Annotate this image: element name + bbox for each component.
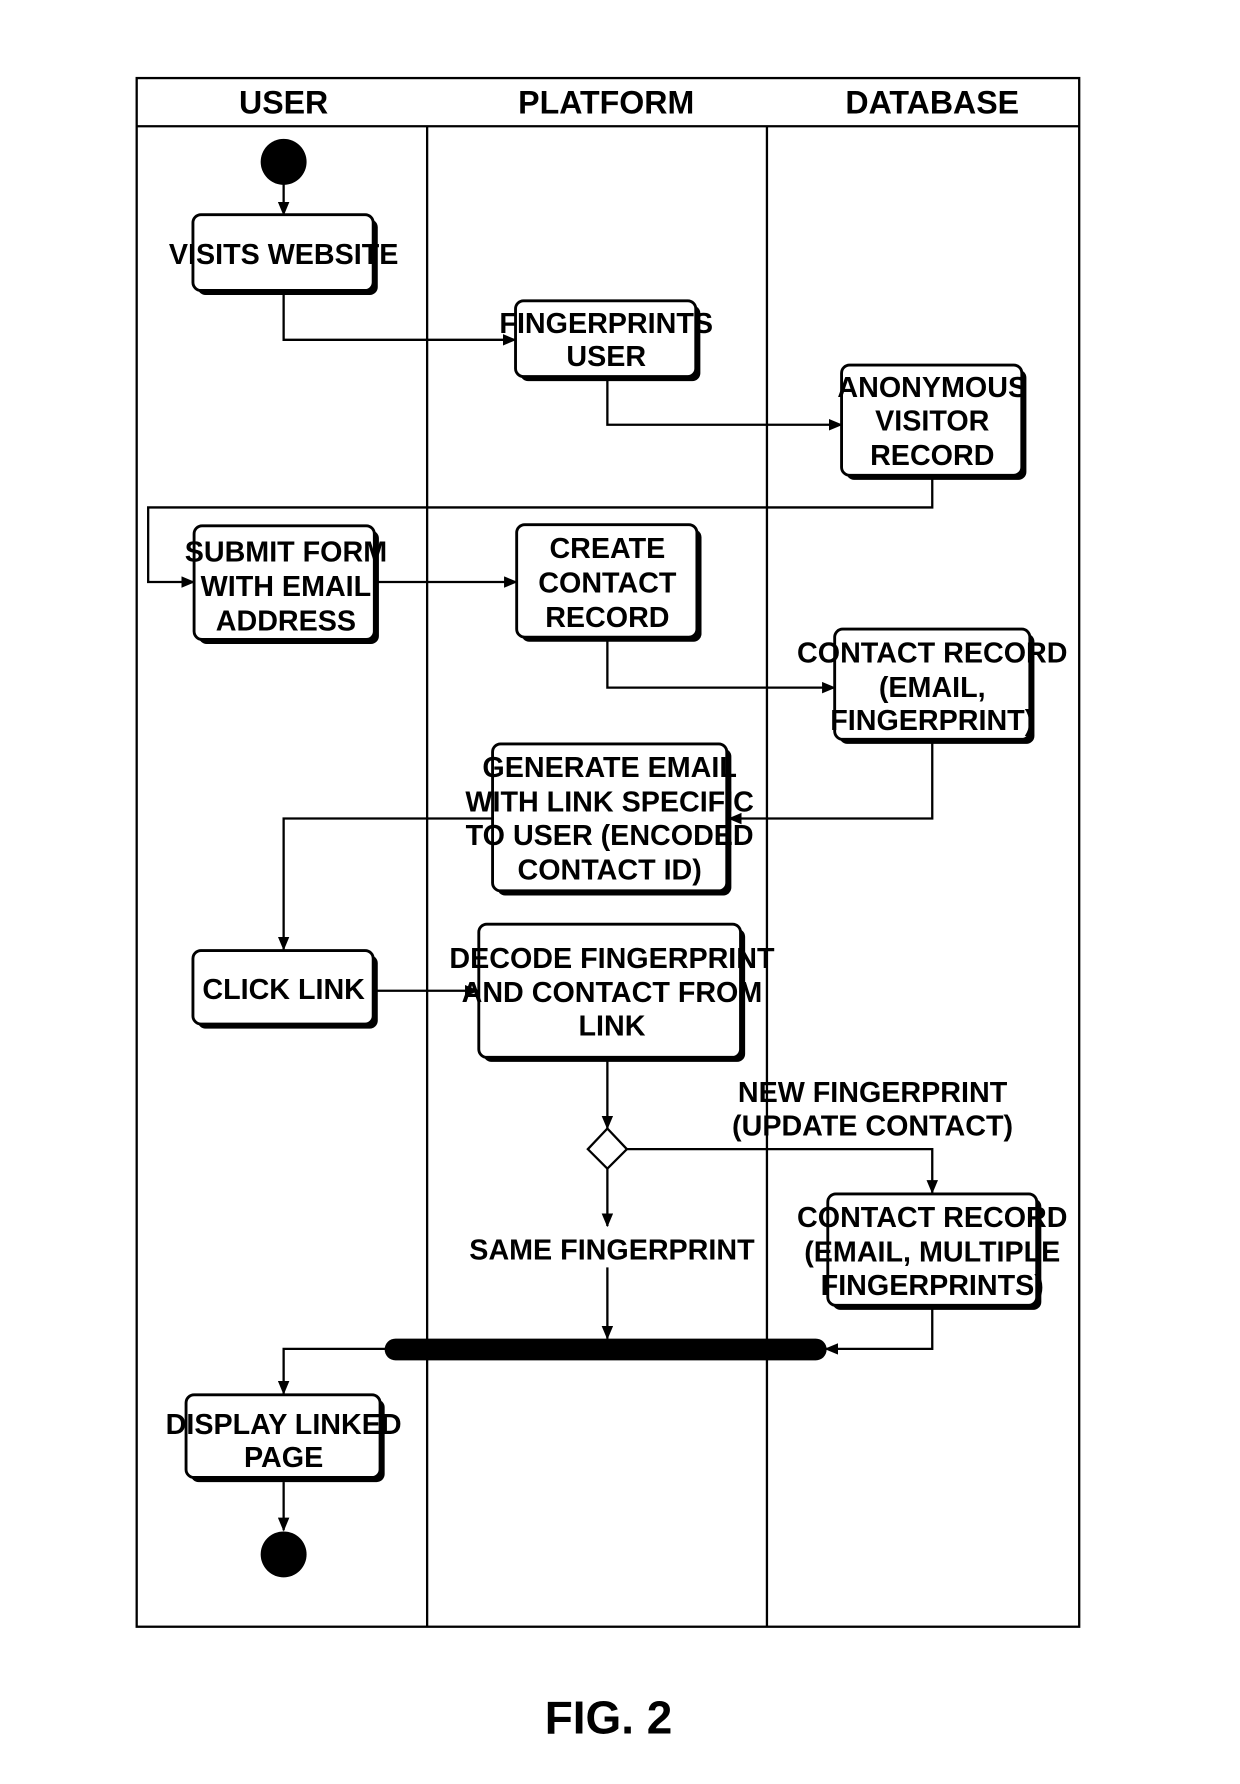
node-label: CLICK LINK (202, 974, 365, 1006)
node-label: USER (566, 341, 646, 373)
node-label: RECORD (545, 602, 669, 634)
node-create-contact-record: CREATE CONTACT RECORD (515, 523, 702, 642)
node-anonymous-visitor-record: ANONYMOUS VISITOR RECORD (837, 363, 1027, 480)
node-label: VISITS WEBSITE (169, 239, 399, 271)
end-node (260, 1531, 307, 1578)
lane-header-database: DATABASE (845, 85, 1019, 121)
node-label: LINK (578, 1011, 645, 1043)
activity-diagram: USER PLATFORM DATABASE VISITS WEBSITE FI… (135, 76, 1081, 1743)
node-decode-fingerprint: DECODE FINGERPRINT AND CONTACT FROM LINK (449, 922, 775, 1062)
lane-header-user: USER (239, 85, 328, 121)
node-label: CREATE (549, 533, 665, 565)
node-contact-record: CONTACT RECORD (EMAIL, FINGERPRINT) (797, 627, 1067, 744)
node-label: FINGERPRINTS) (821, 1270, 1044, 1302)
flow-contact-to-generate (727, 741, 934, 825)
node-label: VISITOR (875, 406, 990, 438)
node-label: AND CONTACT FROM (462, 977, 763, 1009)
node-generate-email: GENERATE EMAIL WITH LINK SPECIFIC TO USE… (465, 742, 754, 896)
node-label: FINGERPRINTS (499, 308, 713, 340)
start-node (260, 138, 307, 185)
guard-new-fingerprint: NEW FINGERPRINT (738, 1077, 1008, 1109)
node-visits-website: VISITS WEBSITE (169, 213, 399, 296)
flow-decision-new (626, 1148, 938, 1194)
guard-same-fingerprint: SAME FINGERPRINT (469, 1234, 755, 1266)
node-label: GENERATE EMAIL (482, 752, 736, 784)
node-label: DISPLAY LINKED (166, 1409, 402, 1441)
flow-visit-to-fingerprint (282, 291, 517, 346)
node-label: CONTACT RECORD (797, 1202, 1067, 1234)
node-label: RECORD (870, 440, 994, 472)
node-label: PAGE (244, 1442, 323, 1474)
node-label: (EMAIL, (879, 672, 986, 704)
node-label: CONTACT RECORD (797, 637, 1067, 669)
node-label: WITH LINK SPECIFIC (465, 787, 753, 819)
node-label: SUBMIT FORM (185, 536, 387, 568)
flow-fingerprint-to-anonymous (606, 377, 843, 431)
join-bar (384, 1338, 827, 1361)
guard-new-fingerprint: (UPDATE CONTACT) (732, 1110, 1013, 1142)
node-label: (EMAIL, MULTIPLE (804, 1237, 1060, 1269)
node-label: CONTACT ID) (518, 854, 702, 886)
node-label: ADDRESS (216, 605, 356, 637)
figure-label: FIG. 2 (545, 1691, 673, 1743)
node-label: TO USER (ENCODED (466, 820, 754, 852)
lane-header-platform: PLATFORM (518, 85, 694, 121)
node-label: ANONYMOUS (837, 372, 1027, 404)
node-contact-record-multiple: CONTACT RECORD (EMAIL, MULTIPLE FINGERPR… (797, 1192, 1067, 1310)
node-fingerprints-user: FINGERPRINTS USER (499, 299, 713, 382)
flow-generate-to-click (277, 817, 493, 951)
node-display-linked-page: DISPLAY LINKED PAGE (166, 1393, 402, 1483)
node-label: FINGERPRINT) (830, 705, 1034, 737)
decision-diamond (586, 1126, 629, 1171)
node-label: WITH EMAIL (201, 571, 372, 603)
node-label: CONTACT (538, 567, 677, 599)
flow-join-to-display (277, 1347, 391, 1395)
flow-multi-to-join (824, 1308, 934, 1355)
node-click-link: CLICK LINK (191, 949, 378, 1029)
node-label: DECODE FINGERPRINT (449, 943, 775, 975)
node-submit-form: SUBMIT FORM WITH EMAIL ADDRESS (185, 524, 387, 645)
